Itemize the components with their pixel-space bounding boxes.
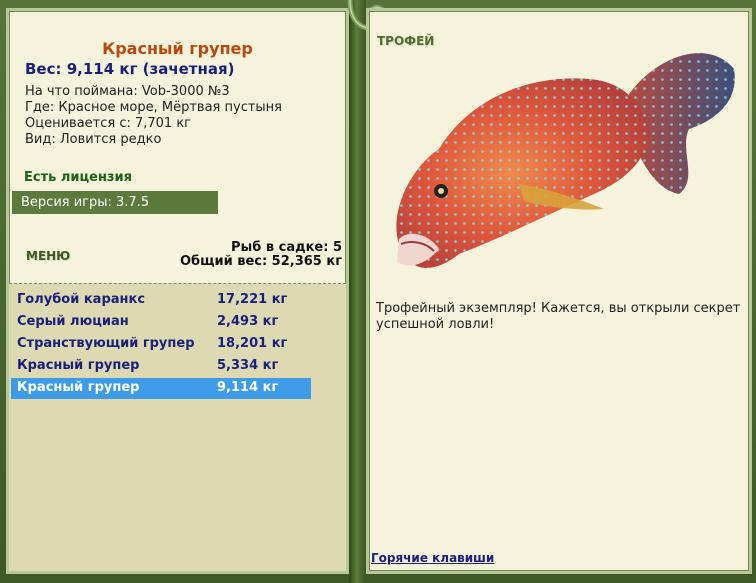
catch-weight: 5,334 кг xyxy=(217,358,279,373)
catch-name: Красный групер xyxy=(17,380,140,395)
game-version: Версия игры: 3.7.5 xyxy=(12,191,218,214)
fish-location: Где: Красное море, Мёртвая пустыня xyxy=(25,100,282,115)
catch-name: Красный групер xyxy=(17,358,140,373)
catch-list-item[interactable]: Серый люциан 2,493 кг xyxy=(11,312,311,333)
trophy-message: Трофейный экземпляр! Кажется, вы открыли… xyxy=(376,301,741,332)
catch-name: Серый люциан xyxy=(17,314,129,329)
fish-title: Красный групер xyxy=(102,39,253,58)
catch-list-item-selected[interactable]: Красный групер 9,114 кг xyxy=(11,378,311,399)
trophy-panel: ТРОФЕЙ Трофейный экземпляр! Кажется, вы … xyxy=(366,8,752,574)
fish-rarity: Вид: Ловится редко xyxy=(25,132,162,147)
fish-value: Оценивается с: 7,701 кг xyxy=(25,116,192,131)
menu-button[interactable]: МЕНЮ xyxy=(26,249,70,263)
catch-weight: 17,221 кг xyxy=(217,292,288,307)
license-status: Есть лицензия xyxy=(24,170,132,185)
catch-list-item[interactable]: Странствующий групер 18,201 кг xyxy=(11,334,311,355)
catch-list-item[interactable]: Голубой каранкс 17,221 кг xyxy=(11,290,311,311)
catch-list: Голубой каранкс 17,221 кг Серый люциан 2… xyxy=(9,283,346,571)
fish-bait: На что поймана: Vob-3000 №3 xyxy=(25,84,230,99)
keep-total-weight: Общий вес: 52,365 кг xyxy=(179,254,342,269)
catch-list-item[interactable]: Красный групер 5,334 кг xyxy=(11,356,311,377)
vine-divider xyxy=(349,0,366,583)
catch-name: Голубой каранкс xyxy=(17,292,146,307)
catch-weight: 18,201 кг xyxy=(217,336,288,351)
fish-weight: Вес: 9,114 кг (зачетная) xyxy=(25,60,235,78)
hotkeys-link[interactable]: Горячие клавиши xyxy=(371,551,494,565)
catch-weight: 9,114 кг xyxy=(217,380,279,395)
keep-count: Рыб в садке: 5 xyxy=(230,240,342,255)
catch-name: Странствующий групер xyxy=(17,336,195,351)
catch-weight: 2,493 кг xyxy=(217,314,279,329)
fish-info-panel: Красный групер Вес: 9,114 кг (зачетная) … xyxy=(6,8,349,574)
red-grouper-fish-image xyxy=(396,53,735,268)
